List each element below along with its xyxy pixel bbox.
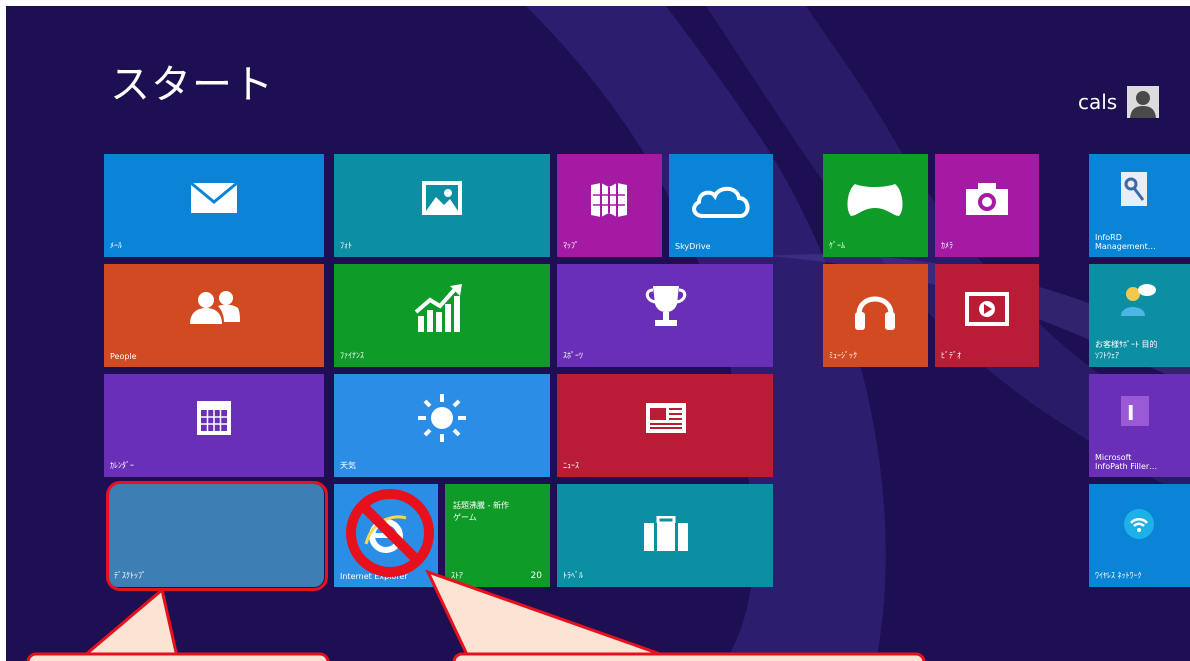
callout-desktop: [26, 587, 330, 661]
no-symbol-icon: [346, 489, 434, 577]
callout-internet-explorer: [425, 569, 926, 661]
annotation-overlay: [26, 489, 926, 661]
